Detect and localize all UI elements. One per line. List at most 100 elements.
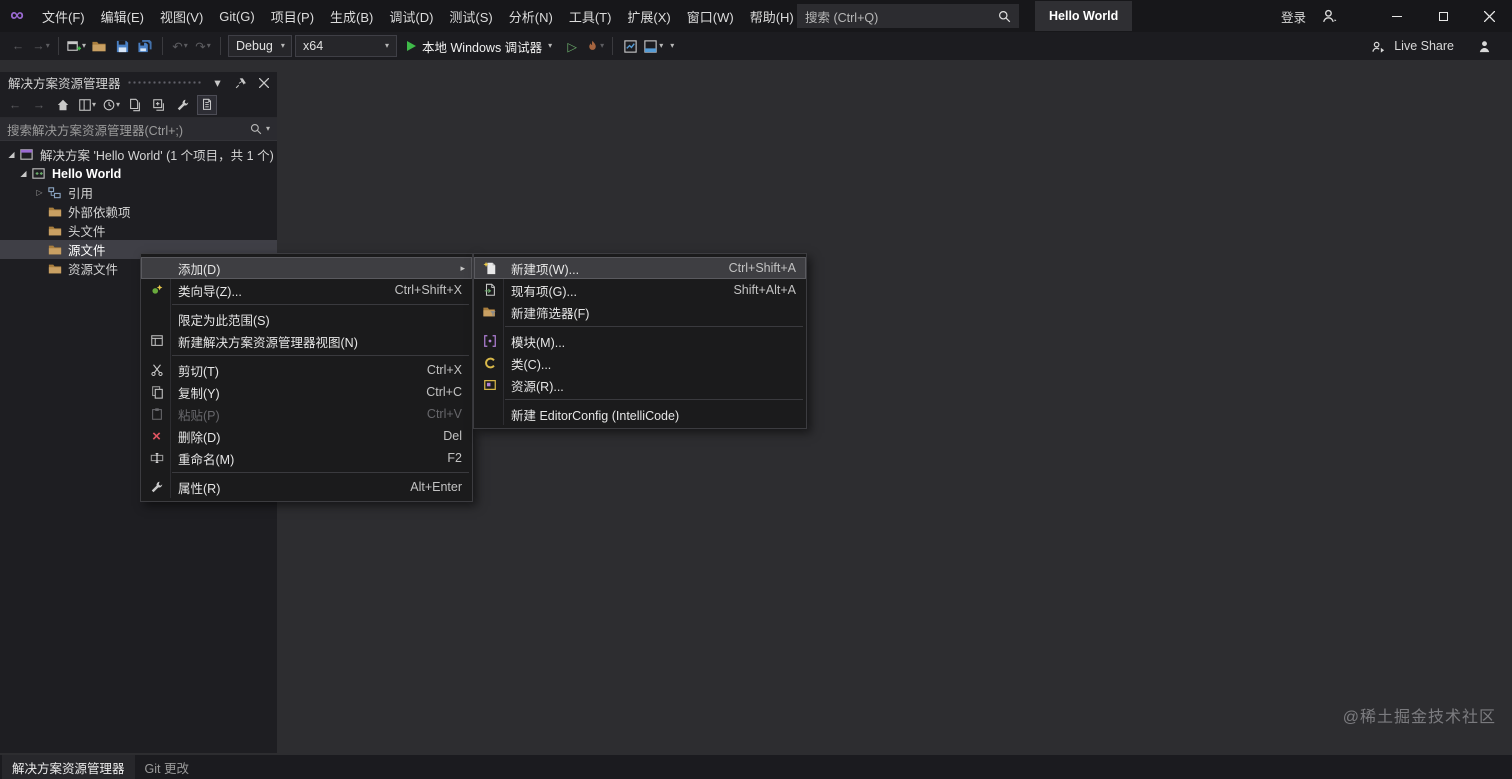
explorer-back-icon[interactable]: ← — [5, 95, 25, 115]
redo-button[interactable]: ↷ ▾ — [193, 35, 213, 57]
tree-row-solution[interactable]: ◢ 解决方案 'Hello World' (1 个项目，共 1 个) — [0, 145, 277, 164]
menu-item-cut[interactable]: 剪切(T) Ctrl+X — [141, 359, 472, 381]
performance-profiler-button[interactable] — [620, 35, 640, 57]
start-without-debugging-button[interactable]: ▷ — [562, 35, 582, 57]
open-folder-button[interactable] — [89, 35, 109, 57]
tab-git-changes[interactable]: Git 更改 — [135, 755, 199, 779]
menu-item-new-solution-explorer-view[interactable]: 新建解决方案资源管理器视图(N) — [141, 330, 472, 352]
submenu-item-new-filter[interactable]: 新建筛选器(F) — [474, 301, 806, 323]
menu-item-rename[interactable]: 重命名(M) F2 — [141, 447, 472, 469]
menu-item-label: 资源(R)... — [511, 379, 564, 394]
menu-item-properties[interactable]: 属性(R) Alt+Enter — [141, 476, 472, 498]
submenu-item-module[interactable]: 模块(M)... — [474, 330, 806, 352]
expanded-twisty-icon[interactable]: ◢ — [17, 169, 30, 178]
pending-changes-filter-icon[interactable]: ▾ — [101, 95, 121, 115]
expanded-twisty-icon[interactable]: ◢ — [5, 150, 18, 159]
close-button[interactable] — [1466, 0, 1512, 32]
user-profile-icon[interactable] — [1314, 0, 1344, 32]
sign-in-link[interactable]: 登录 — [1273, 7, 1314, 26]
solution-explorer-search[interactable]: 搜索解决方案资源管理器(Ctrl+;) ▾ — [0, 118, 277, 141]
pin-icon[interactable] — [232, 74, 249, 91]
menu-analyze[interactable]: 分析(N) — [501, 0, 561, 32]
menu-build[interactable]: 生成(B) — [322, 0, 381, 32]
menu-edit[interactable]: 编辑(E) — [93, 0, 152, 32]
minimize-button[interactable] — [1374, 0, 1420, 32]
maximize-button[interactable] — [1420, 0, 1466, 32]
titlebar-right-controls: 登录 — [1273, 0, 1512, 32]
menu-item-copy[interactable]: 复制(Y) Ctrl+C — [141, 381, 472, 403]
show-all-files-icon[interactable] — [197, 95, 217, 115]
menu-view[interactable]: 视图(V) — [152, 0, 211, 32]
collapsed-twisty-icon[interactable]: ▷ — [33, 188, 46, 197]
navigate-back-icon[interactable]: ← — [8, 35, 28, 57]
submenu-item-class[interactable]: 类(C)... — [474, 352, 806, 374]
submenu-item-existing-item[interactable]: 现有项(G)... Shift+Alt+A — [474, 279, 806, 301]
chevron-down-icon: ▾ — [45, 41, 50, 50]
menu-item-label: 添加(D) — [178, 262, 221, 277]
menu-item-scope-to-this[interactable]: 限定为此范围(S) — [141, 308, 472, 330]
tree-label: 外部依赖项 — [68, 206, 131, 220]
submenu-item-new-item[interactable]: 新建项(W)... Ctrl+Shift+A — [474, 257, 806, 279]
menu-item-label: 现有项(G)... — [511, 284, 577, 299]
menu-item-delete[interactable]: × 删除(D) Del — [141, 425, 472, 447]
close-panel-icon[interactable] — [255, 74, 272, 91]
sync-with-active-document-icon[interactable] — [125, 95, 145, 115]
start-debugging-button[interactable]: 本地 Windows 调试器 ▾ — [400, 34, 559, 58]
chevron-down-icon: ▾ — [91, 100, 96, 109]
window-position-icon[interactable]: ▾ — [209, 74, 226, 91]
run-target-label: 本地 Windows 调试器 — [422, 40, 543, 55]
navigate-forward-icon[interactable]: → ▾ — [31, 35, 51, 57]
tab-solution-explorer[interactable]: 解决方案资源管理器 — [2, 755, 135, 779]
toolbar-overflow-icon[interactable]: ▾ — [670, 42, 674, 50]
menu-extensions[interactable]: 扩展(X) — [619, 0, 678, 32]
save-button[interactable] — [112, 35, 132, 57]
menu-file[interactable]: 文件(F) — [34, 0, 93, 32]
solution-platform-dropdown[interactable]: x64 ▾ — [295, 35, 398, 57]
explorer-forward-icon[interactable]: → — [29, 95, 49, 115]
quick-search-box[interactable]: 搜索 (Ctrl+Q) — [797, 4, 1019, 28]
menu-item-label: 新建筛选器(F) — [511, 306, 590, 321]
search-filter-chevron-icon[interactable]: ▾ — [266, 125, 270, 133]
live-share-label[interactable]: Live Share — [1394, 39, 1454, 53]
submenu-item-resource[interactable]: 资源(R)... — [474, 374, 806, 396]
menu-help[interactable]: 帮助(H) — [742, 0, 802, 32]
standard-toolbar: ← → ▾ ▾ ↶ ▾ ↷ ▾ Debug ▾ x64 ▾ 本地 Windows 调试… — [0, 32, 1512, 60]
tree-row-external-dependencies[interactable]: 外部依赖项 — [0, 202, 277, 221]
hot-reload-button[interactable]: ▾ — [585, 35, 605, 57]
collapse-all-icon[interactable] — [149, 95, 169, 115]
new-item-icon — [476, 260, 503, 276]
tree-row-references[interactable]: ▷ 引用 — [0, 183, 277, 202]
menu-git[interactable]: Git(G) — [211, 0, 262, 32]
menu-item-label: 新建 EditorConfig (IntelliCode) — [511, 408, 680, 423]
tree-row-header-files[interactable]: 头文件 — [0, 221, 277, 240]
quick-search-placeholder: 搜索 (Ctrl+Q) — [805, 10, 879, 25]
send-feedback-icon[interactable] — [1474, 35, 1494, 57]
minimize-icon — [1392, 15, 1402, 17]
tree-row-project[interactable]: ◢ Hello World — [0, 164, 277, 183]
home-icon[interactable] — [53, 95, 73, 115]
tree-label: 头文件 — [68, 225, 106, 239]
menu-window[interactable]: 窗口(W) — [679, 0, 742, 32]
solution-configuration-dropdown[interactable]: Debug ▾ — [228, 35, 293, 57]
watch-window-button[interactable]: ▾ — [643, 35, 663, 57]
menu-debug[interactable]: 调试(D) — [381, 0, 441, 32]
menu-item-class-wizard[interactable]: 类向导(Z)... Ctrl+Shift+X — [141, 279, 472, 301]
panel-drag-handle[interactable] — [126, 80, 203, 85]
menu-tools[interactable]: 工具(T) — [561, 0, 620, 32]
solution-icon — [18, 147, 35, 163]
chevron-down-icon: ▾ — [280, 41, 285, 50]
properties-icon[interactable] — [173, 95, 193, 115]
folder-icon — [46, 223, 63, 239]
switch-views-icon[interactable]: ▾ — [77, 95, 97, 115]
menu-test[interactable]: 测试(S) — [441, 0, 500, 32]
undo-button[interactable]: ↶ ▾ — [170, 35, 190, 57]
platform-value: x64 — [303, 39, 324, 53]
new-project-button[interactable]: ▾ — [66, 35, 86, 57]
live-share-icon[interactable] — [1368, 35, 1388, 57]
save-all-button[interactable] — [135, 35, 155, 57]
context-menu: 添加(D) ▸ 类向导(Z)... Ctrl+Shift+X 限定为此范围(S)… — [140, 253, 473, 502]
menu-icon-spacer — [476, 406, 503, 422]
menu-item-add[interactable]: 添加(D) ▸ — [141, 257, 472, 279]
submenu-item-new-editorconfig[interactable]: 新建 EditorConfig (IntelliCode) — [474, 403, 806, 425]
menu-project[interactable]: 项目(P) — [263, 0, 322, 32]
